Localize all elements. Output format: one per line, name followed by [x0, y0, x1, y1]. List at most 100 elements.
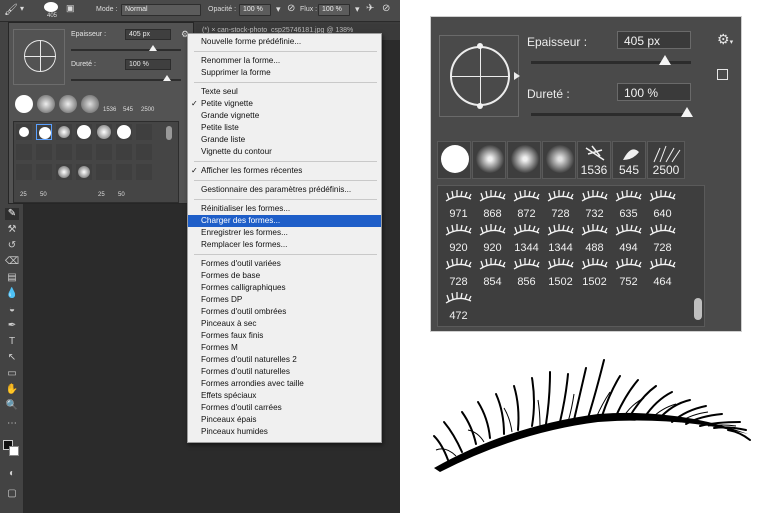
menu-item[interactable]: Gestionnaire des paramètres prédéfinis..…: [188, 184, 381, 196]
menu-item[interactable]: ✓ Afficher les formes récentes: [188, 165, 381, 177]
chevron-down-icon[interactable]: ▾: [20, 4, 24, 13]
menu-item[interactable]: Formes calligraphiques: [188, 282, 381, 294]
tip-grass[interactable]: 2500: [647, 141, 685, 179]
new-preset-icon[interactable]: [717, 69, 728, 80]
pressure-opacity-icon[interactable]: ⊘: [287, 3, 295, 14]
preset-cell[interactable]: [136, 164, 152, 180]
tip-spatter[interactable]: 1536: [577, 141, 611, 179]
preset-cell[interactable]: [76, 144, 92, 160]
menu-item[interactable]: Grande vignette: [188, 110, 381, 122]
mode-select[interactable]: Normal: [121, 4, 201, 16]
menu-item[interactable]: Formes d'outil naturelles: [188, 366, 381, 378]
size-slider-thumb[interactable]: [149, 45, 157, 51]
lash-preset-cell[interactable]: 488: [578, 222, 611, 254]
chevron-down-icon[interactable]: ▾: [355, 4, 360, 15]
brush-panel-toggle-icon[interactable]: ▣: [66, 3, 75, 14]
tip-soft-round[interactable]: [59, 95, 77, 113]
preset-cell[interactable]: [36, 144, 52, 160]
size-slider-thumb[interactable]: [659, 55, 671, 65]
lash-preset-cell[interactable]: 464: [646, 256, 679, 288]
lash-preset-cell[interactable]: 868: [476, 188, 509, 220]
preset-cell[interactable]: [116, 164, 132, 180]
menu-item[interactable]: Réinitialiser les formes...: [188, 203, 381, 215]
preset-cell[interactable]: [56, 124, 72, 140]
size-field[interactable]: 405 px: [125, 29, 171, 40]
angle-handle-bottom[interactable]: [477, 103, 483, 109]
hardness-slider-thumb[interactable]: [681, 107, 693, 117]
preset-cell[interactable]: [36, 164, 52, 180]
hardness-field[interactable]: 100 %: [617, 83, 691, 101]
brush-tool-icon[interactable]: 🖌: [4, 3, 18, 16]
menu-item[interactable]: Formes de base: [188, 270, 381, 282]
lash-preset-cell[interactable]: 732: [578, 188, 611, 220]
lash-preset-cell[interactable]: 971: [442, 188, 475, 220]
lash-preset-cell[interactable]: 1502: [578, 256, 611, 288]
lash-preset-cell[interactable]: 920: [442, 222, 475, 254]
more-tools-icon[interactable]: ⋯: [5, 418, 19, 430]
lash-preset-cell[interactable]: 854: [476, 256, 509, 288]
preset-cell[interactable]: [76, 164, 92, 180]
path-selection-icon[interactable]: ↖: [5, 352, 19, 364]
grid-scrollbar[interactable]: [694, 298, 702, 320]
menu-item[interactable]: Grande liste: [188, 134, 381, 146]
menu-item[interactable]: Remplacer les formes...: [188, 239, 381, 251]
preset-cell[interactable]: [96, 124, 112, 140]
flow-field[interactable]: 100 %: [318, 4, 350, 16]
preset-cell[interactable]: [96, 144, 112, 160]
hardness-field[interactable]: 100 %: [125, 59, 171, 70]
menu-item[interactable]: Pinceaux humides: [188, 426, 381, 438]
menu-item[interactable]: Pinceaux épais: [188, 414, 381, 426]
preset-cell[interactable]: [136, 124, 152, 140]
text-icon[interactable]: T: [5, 336, 19, 348]
blur-icon[interactable]: 💧: [5, 288, 19, 300]
lash-preset-cell[interactable]: 728: [442, 256, 475, 288]
lash-preset-cell[interactable]: 752: [612, 256, 645, 288]
menu-item[interactable]: Formes d'outil variées: [188, 258, 381, 270]
angle-arrow-icon[interactable]: [514, 72, 520, 80]
menu-item[interactable]: Vignette du contour: [188, 146, 381, 158]
menu-item[interactable]: Formes arrondies avec taille: [188, 378, 381, 390]
hand-icon[interactable]: ✋: [5, 384, 19, 396]
menu-item[interactable]: Texte seul: [188, 86, 381, 98]
preset-cell[interactable]: [16, 164, 32, 180]
menu-item[interactable]: Formes d'outil ombrées: [188, 306, 381, 318]
menu-item[interactable]: Formes d'outil naturelles 2: [188, 354, 381, 366]
preset-cell[interactable]: [56, 144, 72, 160]
pressure-size-icon[interactable]: ⊘: [382, 3, 390, 14]
airbrush-icon[interactable]: ✈: [366, 3, 374, 14]
lash-preset-cell[interactable]: 856: [510, 256, 543, 288]
lash-preset-cell[interactable]: 640: [646, 188, 679, 220]
size-slider[interactable]: [71, 49, 181, 51]
lash-preset-cell[interactable]: 1344: [544, 222, 577, 254]
size-field[interactable]: 405 px: [617, 31, 691, 49]
gear-icon[interactable]: ⚙▾: [717, 31, 733, 48]
lash-preset-cell[interactable]: 1344: [510, 222, 543, 254]
lash-preset-cell[interactable]: 872: [510, 188, 543, 220]
menu-item[interactable]: Formes d'outil carrées: [188, 402, 381, 414]
tip-soft-round[interactable]: [81, 95, 99, 113]
hardness-slider[interactable]: [531, 113, 691, 116]
preset-cell[interactable]: [76, 124, 92, 140]
shape-icon[interactable]: ▭: [5, 368, 19, 380]
menu-item[interactable]: Formes M: [188, 342, 381, 354]
menu-item[interactable]: Charger des formes...: [188, 215, 381, 227]
pen-icon[interactable]: ✒: [5, 320, 19, 332]
screen-mode-icon[interactable]: ▢: [5, 488, 19, 500]
brush-angle-preview[interactable]: [13, 29, 65, 85]
lash-preset-cell[interactable]: 728: [544, 188, 577, 220]
eraser-icon[interactable]: ⌫: [5, 256, 19, 268]
menu-item[interactable]: Pinceaux à sec: [188, 318, 381, 330]
preset-cell[interactable]: [96, 164, 112, 180]
preset-cell[interactable]: [136, 144, 152, 160]
angle-handle-top[interactable]: [477, 43, 483, 49]
preset-cell[interactable]: [116, 124, 132, 140]
menu-item[interactable]: Nouvelle forme prédéfinie...: [188, 36, 381, 48]
lash-preset-cell[interactable]: 494: [612, 222, 645, 254]
tip-leaf[interactable]: 545: [612, 141, 646, 179]
menu-item[interactable]: Formes faux finis: [188, 330, 381, 342]
preset-cell[interactable]: [56, 164, 72, 180]
tip-soft-round[interactable]: [507, 141, 541, 179]
quick-mask-icon[interactable]: ◐: [5, 468, 19, 480]
tip-hard-round[interactable]: [15, 95, 33, 113]
background-color-swatch[interactable]: [9, 446, 19, 456]
